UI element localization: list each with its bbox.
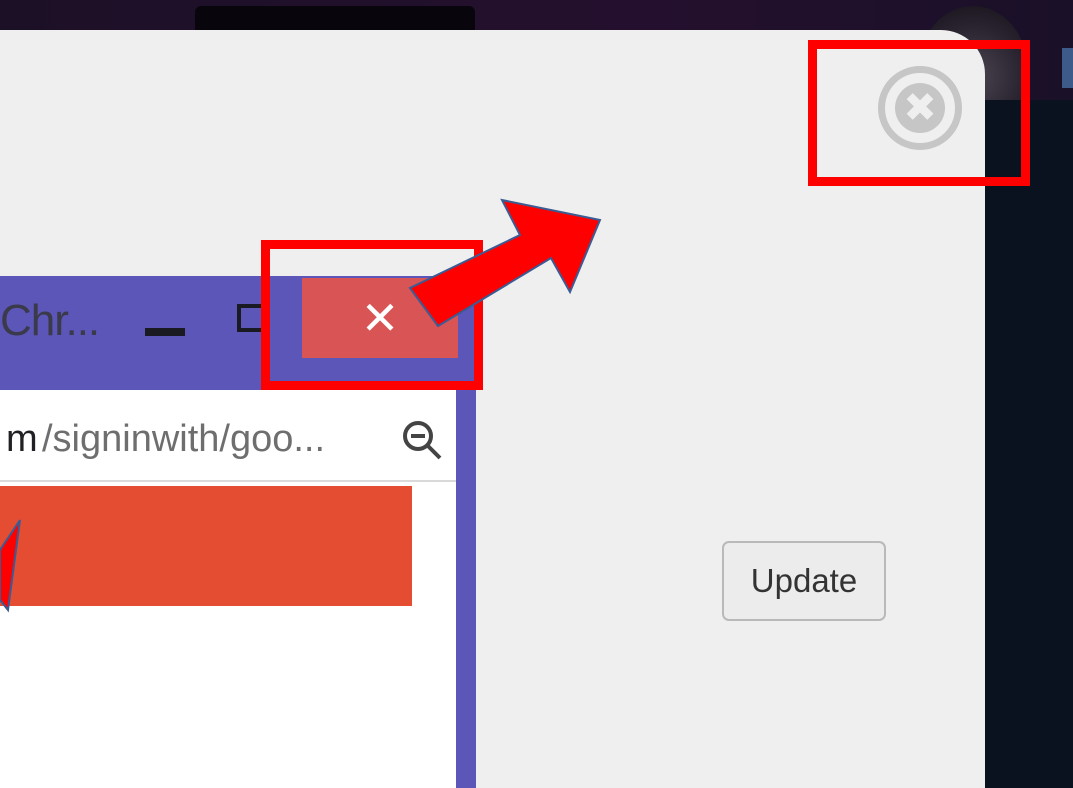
annotation-overlay [0, 198, 602, 613]
annotation-arrow [408, 198, 602, 328]
annotation-arrow-partial [0, 519, 21, 613]
